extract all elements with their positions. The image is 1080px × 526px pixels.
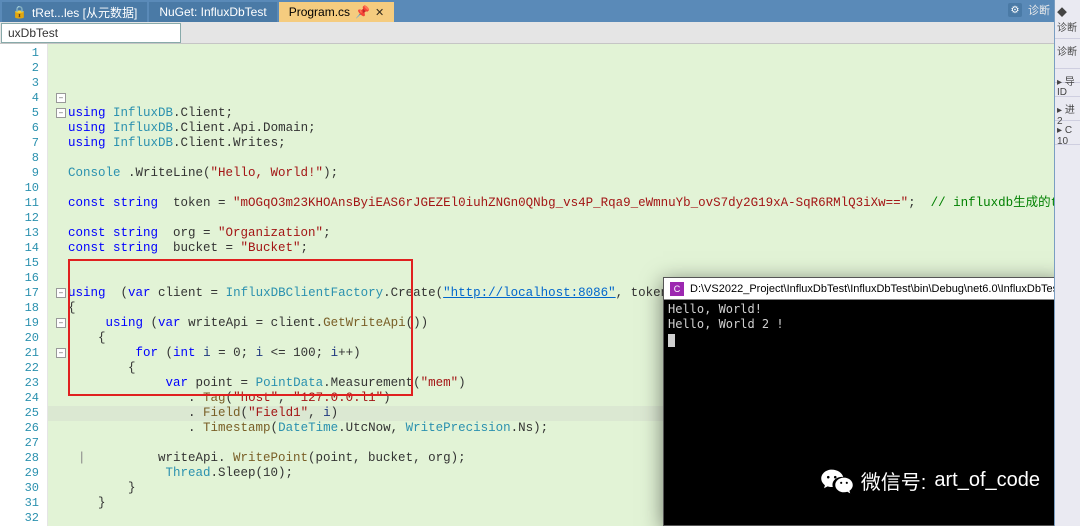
- line-number-gutter: 1234567891011121314151617181920212223242…: [0, 44, 48, 526]
- wechat-icon: [821, 467, 853, 495]
- code-line[interactable]: using InfluxDB.Client.Api.Domain;: [58, 121, 1059, 136]
- line-number: 8: [4, 151, 39, 166]
- code-line[interactable]: [58, 211, 1059, 226]
- console-output[interactable]: Hello, World! Hello, World 2 !: [664, 300, 1062, 349]
- line-number: 29: [4, 466, 39, 481]
- line-number: 4: [4, 91, 39, 106]
- line-number: 30: [4, 481, 39, 496]
- pin-icon[interactable]: 📌: [355, 5, 370, 19]
- line-number: 25: [4, 406, 39, 421]
- line-number: 27: [4, 436, 39, 451]
- line-number: 5: [4, 106, 39, 121]
- tab-nuget[interactable]: NuGet: InfluxDbTest: [149, 2, 276, 22]
- panel-section: ▸ 进2: [1055, 97, 1080, 121]
- line-number: 14: [4, 241, 39, 256]
- line-number: 9: [4, 166, 39, 181]
- code-line[interactable]: using InfluxDB.Client.Writes;: [58, 136, 1059, 151]
- code-line[interactable]: const string org = "Organization";: [58, 226, 1059, 241]
- line-number: 11: [4, 196, 39, 211]
- console-titlebar[interactable]: C D:\VS2022_Project\InfluxDbTest\InfluxD…: [664, 278, 1062, 300]
- diagnostics-panel[interactable]: ◆ 诊断 诊断 ▸ 导 ID ▸ 进2 ▸ C10: [1054, 0, 1080, 526]
- fold-icon[interactable]: –: [56, 318, 66, 328]
- scope-text: uxDbTest: [8, 26, 58, 40]
- console-cursor: [668, 334, 675, 347]
- panel-section: ▸ 导: [1055, 69, 1080, 83]
- console-line: Hello, World!: [668, 302, 762, 316]
- line-number: 23: [4, 376, 39, 391]
- toolbar-right: ⚙ 诊断: [1008, 2, 1050, 18]
- line-number: 2: [4, 61, 39, 76]
- code-line[interactable]: [58, 181, 1059, 196]
- settings-icon[interactable]: ⚙: [1008, 3, 1022, 17]
- wechat-watermark: 微信号: art_of_code: [821, 466, 1040, 495]
- line-number: 18: [4, 301, 39, 316]
- code-line[interactable]: [58, 151, 1059, 166]
- line-number: 21: [4, 346, 39, 361]
- line-number: 32: [4, 511, 39, 526]
- line-number: 13: [4, 226, 39, 241]
- code-line[interactable]: const string bucket = "Bucket";: [58, 241, 1059, 256]
- line-number: 7: [4, 136, 39, 151]
- fold-icon[interactable]: –: [56, 93, 66, 103]
- wechat-prefix: 微信号:: [861, 466, 927, 495]
- line-number: 15: [4, 256, 39, 271]
- console-title-text: D:\VS2022_Project\InfluxDbTest\InfluxDbT…: [690, 283, 1062, 295]
- line-number: 28: [4, 451, 39, 466]
- tab-metadata[interactable]: 🔒 tRet...les [从元数据]: [2, 2, 147, 22]
- line-number: 16: [4, 271, 39, 286]
- document-tabstrip: 🔒 tRet...les [从元数据] NuGet: InfluxDbTest …: [0, 0, 1080, 22]
- line-number: 19: [4, 316, 39, 331]
- code-line[interactable]: –using InfluxDB.Client;: [58, 106, 1059, 121]
- console-window[interactable]: C D:\VS2022_Project\InfluxDbTest\InfluxD…: [663, 277, 1063, 526]
- panel-header[interactable]: ◆ 诊断: [1055, 0, 1080, 39]
- line-number: 20: [4, 331, 39, 346]
- lock-icon: 🔒: [12, 5, 27, 19]
- panel-section: ▸ C10: [1055, 121, 1080, 145]
- line-number: 1: [4, 46, 39, 61]
- console-app-icon: C: [670, 282, 684, 296]
- line-number: 12: [4, 211, 39, 226]
- line-number: 17: [4, 286, 39, 301]
- panel-section: 诊断: [1055, 39, 1080, 69]
- line-number: 6: [4, 121, 39, 136]
- tab-label: Program.cs: [289, 5, 350, 19]
- tab-label: NuGet: InfluxDbTest: [159, 5, 266, 19]
- line-number: 24: [4, 391, 39, 406]
- line-number: 31: [4, 496, 39, 511]
- wechat-id: art_of_code: [934, 469, 1040, 492]
- line-number: 22: [4, 361, 39, 376]
- code-line[interactable]: –: [58, 91, 1059, 106]
- line-number: 26: [4, 421, 39, 436]
- scope-dropdown[interactable]: uxDbTest: [1, 23, 181, 43]
- code-line[interactable]: [58, 256, 1059, 271]
- tab-program-cs[interactable]: Program.cs 📌 ✕: [279, 2, 395, 22]
- fold-icon[interactable]: –: [56, 288, 66, 298]
- line-number: 10: [4, 181, 39, 196]
- navigation-bar: uxDbTest ▤: [0, 22, 1080, 44]
- code-line[interactable]: Console .WriteLine("Hello, World!");: [58, 166, 1059, 181]
- console-line: Hello, World 2 !: [668, 317, 784, 331]
- topright-label[interactable]: 诊断: [1028, 2, 1050, 18]
- code-line[interactable]: const string token = "mOGqO3m23KHOAnsByi…: [58, 196, 1059, 211]
- fold-icon[interactable]: –: [56, 108, 66, 118]
- line-number: 3: [4, 76, 39, 91]
- close-icon[interactable]: ✕: [375, 6, 384, 19]
- tab-label: tRet...les [从元数据]: [32, 4, 137, 21]
- fold-icon[interactable]: –: [56, 348, 66, 358]
